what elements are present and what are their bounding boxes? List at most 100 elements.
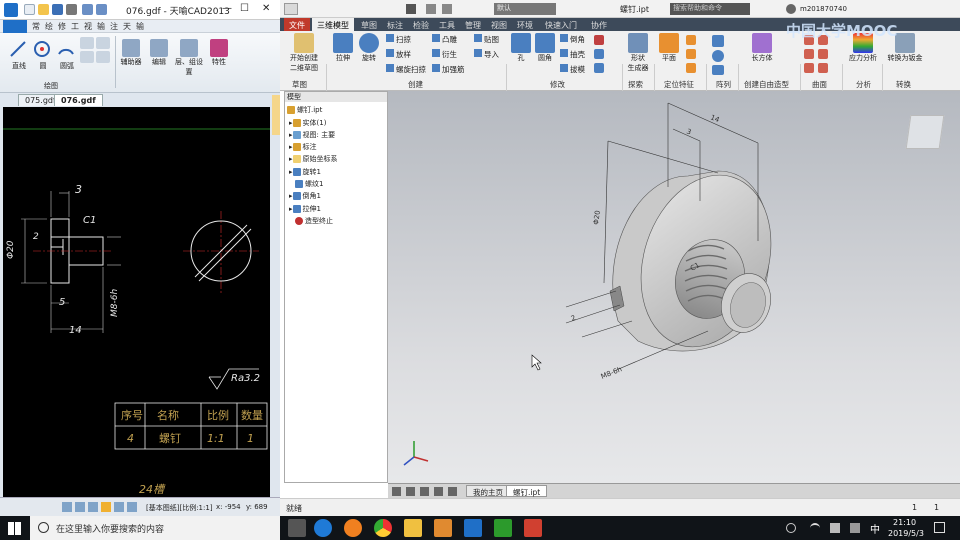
print-icon[interactable] bbox=[66, 4, 77, 15]
undo-icon[interactable] bbox=[82, 4, 93, 15]
snap-icon[interactable] bbox=[62, 502, 72, 512]
notification-icon[interactable] bbox=[934, 522, 945, 533]
tray-wifi-icon[interactable] bbox=[810, 523, 820, 533]
cascade-icon[interactable] bbox=[406, 487, 415, 496]
tab-file[interactable]: 文件 bbox=[284, 18, 310, 31]
taskbar-search-box[interactable]: 在这里输入你要搜索的内容 bbox=[30, 516, 280, 540]
rect-pattern-icon[interactable] bbox=[712, 35, 724, 47]
tab-environments[interactable]: 环境 bbox=[512, 18, 538, 31]
loft-button[interactable]: 放样 bbox=[386, 49, 411, 60]
tree-item[interactable]: ▸ 实体(1) bbox=[289, 118, 326, 130]
tab-document[interactable]: 螺钉.ipt bbox=[506, 485, 548, 497]
revolve-button[interactable]: 旋转 bbox=[356, 33, 382, 69]
file-tab-active[interactable]: 076.gdf bbox=[54, 94, 103, 106]
track-icon[interactable] bbox=[114, 502, 124, 512]
inventor-taskbar-icon[interactable] bbox=[464, 519, 482, 537]
tree-item[interactable]: ▸ 标注 bbox=[289, 142, 317, 154]
edge-browser-icon[interactable] bbox=[314, 519, 332, 537]
emboss-button[interactable]: 凸雕 bbox=[432, 34, 457, 45]
material-dropdown[interactable]: 默认 bbox=[494, 3, 556, 15]
fillet-button[interactable]: 圆角 bbox=[534, 33, 556, 69]
cad-menu-tab[interactable]: 输 bbox=[95, 21, 107, 32]
cad-menu-tab[interactable]: 视 bbox=[82, 21, 94, 32]
clock-date[interactable]: 2019/5/3 bbox=[888, 529, 924, 538]
tree-item[interactable]: ▸ 拉伸1 bbox=[289, 204, 321, 216]
ucs-icon[interactable] bbox=[686, 63, 696, 73]
arrange-icon[interactable] bbox=[420, 487, 429, 496]
rect-icon[interactable] bbox=[80, 51, 94, 63]
import-button[interactable]: 导入 bbox=[474, 49, 499, 60]
lineweight-icon[interactable] bbox=[127, 502, 137, 512]
chrome-icon[interactable] bbox=[374, 519, 392, 537]
tab-3d-model[interactable]: 三维模型 bbox=[312, 18, 354, 31]
clock-time[interactable]: 21:10 bbox=[893, 518, 916, 527]
help-search-input[interactable]: 搜索帮助和命令 bbox=[670, 3, 750, 15]
point-icon[interactable] bbox=[686, 49, 696, 59]
cad-menu-tab[interactable]: 天 bbox=[121, 21, 133, 32]
home-icon[interactable] bbox=[406, 4, 416, 14]
extrude-button[interactable]: 拉伸 bbox=[330, 33, 356, 69]
shape-generator-button[interactable]: 形状 生成器 bbox=[624, 33, 652, 77]
redo-icon[interactable] bbox=[442, 4, 452, 14]
ribbon-panel-button[interactable]: 辅助器 bbox=[118, 39, 144, 79]
ribbon-panel-button[interactable]: 层、组设置 bbox=[174, 39, 204, 79]
tray-people-icon[interactable] bbox=[786, 523, 796, 533]
cad-menu-tab[interactable]: 绘 bbox=[43, 21, 55, 32]
firefox-icon[interactable] bbox=[344, 519, 362, 537]
osnap-icon[interactable] bbox=[101, 502, 111, 512]
tree-item[interactable]: ▸ 倒角1 bbox=[289, 191, 321, 203]
close-button[interactable]: ✕ bbox=[262, 3, 270, 14]
tree-root[interactable]: 螺钉.ipt bbox=[287, 105, 322, 117]
cad-menu-tab[interactable]: 输 bbox=[134, 21, 146, 32]
tree-item[interactable]: ▸ 旋转1 bbox=[289, 167, 321, 179]
save-icon[interactable] bbox=[52, 4, 63, 15]
tab-my-home[interactable]: 我的主页 bbox=[466, 485, 510, 497]
tab-annotate[interactable]: 标注 bbox=[382, 18, 408, 31]
tree-item[interactable]: 造型终止 bbox=[295, 216, 333, 228]
line-tool[interactable]: 直线 bbox=[8, 39, 30, 73]
trim-icon[interactable] bbox=[804, 49, 814, 59]
inventor-app-icon[interactable] bbox=[284, 3, 298, 15]
thicken-icon[interactable] bbox=[594, 63, 604, 73]
cad-drawing-canvas[interactable]: 3 C1 Φ20 2 5 M8-6h 14 Ra3.2 序号 名称 比例 数量 … bbox=[3, 107, 270, 497]
tab-sketch[interactable]: 草图 bbox=[356, 18, 382, 31]
extend-icon[interactable] bbox=[818, 49, 828, 59]
tab-collaborate[interactable]: 协作 bbox=[586, 18, 612, 31]
tab-manage[interactable]: 管理 bbox=[460, 18, 486, 31]
cad-menu-icon[interactable] bbox=[3, 20, 27, 33]
camtasia-icon[interactable] bbox=[494, 519, 512, 537]
new-icon[interactable] bbox=[24, 4, 35, 15]
redo-icon[interactable] bbox=[96, 4, 107, 15]
tray-keyboard-icon[interactable] bbox=[850, 523, 860, 533]
tab-get-started[interactable]: 快速入门 bbox=[540, 18, 582, 31]
open-icon[interactable] bbox=[38, 4, 49, 15]
axis-icon[interactable] bbox=[686, 35, 696, 45]
start-2d-sketch-button[interactable]: 开始创建 二维草图 bbox=[286, 33, 322, 77]
split-icon[interactable] bbox=[594, 35, 604, 45]
tree-item[interactable]: ▸ 原始坐标系 bbox=[289, 154, 338, 166]
decal-button[interactable]: 贴图 bbox=[474, 34, 499, 45]
ruled-icon[interactable] bbox=[818, 63, 828, 73]
user-name[interactable]: m201870740 bbox=[800, 5, 847, 13]
sculpt-icon[interactable] bbox=[804, 63, 814, 73]
derive-button[interactable]: 衍生 bbox=[432, 49, 457, 60]
coil-button[interactable]: 螺旋扫掠 bbox=[386, 64, 426, 75]
cad-menu-tab[interactable]: 工 bbox=[69, 21, 81, 32]
tree-item[interactable]: 螺纹1 bbox=[295, 179, 323, 191]
cad-menu-tab[interactable]: 修 bbox=[56, 21, 68, 32]
hatch-icon[interactable] bbox=[96, 37, 110, 49]
combine-icon[interactable] bbox=[594, 49, 604, 59]
task-view-icon[interactable] bbox=[288, 519, 306, 537]
cad-taskbar-icon[interactable] bbox=[434, 519, 452, 537]
plane-button[interactable]: 平面 bbox=[656, 33, 682, 69]
cad-menu-tab[interactable]: 常 bbox=[30, 21, 42, 32]
rib-button[interactable]: 加强筋 bbox=[432, 64, 465, 75]
cad-menu-tab[interactable]: 注 bbox=[108, 21, 120, 32]
circle-tool[interactable]: 圆 bbox=[32, 39, 54, 73]
sweep-button[interactable]: 扫掠 bbox=[386, 34, 411, 45]
tree-item[interactable]: ▸ 视图: 主要 bbox=[289, 130, 335, 142]
circ-pattern-icon[interactable] bbox=[712, 50, 724, 62]
tray-volume-icon[interactable] bbox=[830, 523, 840, 533]
user-icon[interactable] bbox=[786, 4, 796, 14]
mirror-icon[interactable] bbox=[712, 65, 724, 75]
